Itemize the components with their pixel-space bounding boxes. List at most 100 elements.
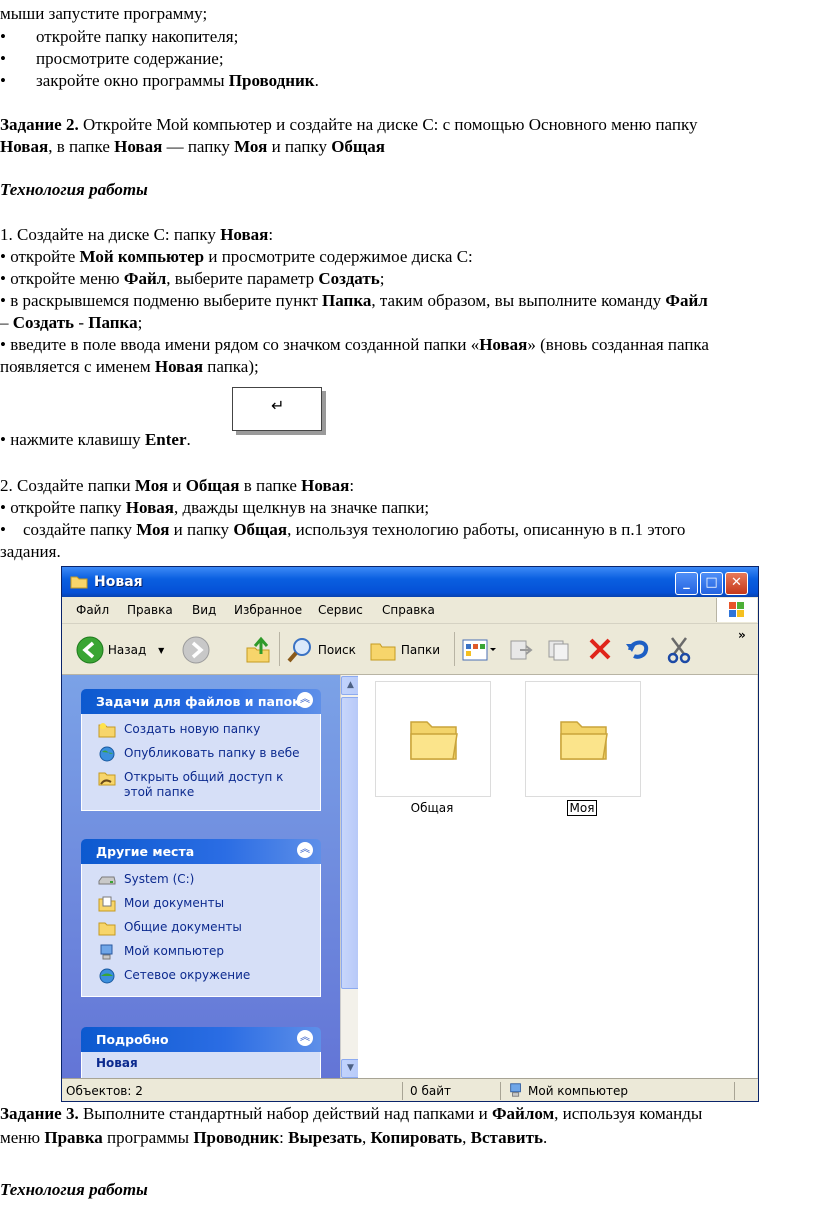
search-label: Поиск [317,643,356,657]
bullet-item: • нажмите клавишу Enter. [0,430,191,449]
share-folder-icon [98,772,116,786]
move-to-button[interactable] [508,638,534,665]
bullet-item: • в раскрывшемся подменю выберите пункт … [0,291,708,310]
other-places-title: Другие места [96,844,195,859]
folder-item-obshchaya[interactable] [375,681,491,797]
file-tasks-title: Задачи для файлов и папок [96,694,301,709]
task-new-folder[interactable]: Создать новую папку [82,722,320,746]
my-documents-icon [98,896,116,912]
cut-button[interactable] [666,636,692,667]
section-heading: Технология работы [0,180,148,199]
back-arrow-icon [76,636,104,664]
place-system-c[interactable]: System (C:) [82,872,320,896]
collapse-chevron-icon[interactable]: ︽ [297,1030,313,1046]
place-my-documents[interactable]: Мои документы [82,896,320,920]
views-button[interactable] [462,638,498,665]
folder-icon [560,721,608,760]
up-folder-button[interactable] [245,636,271,667]
bullet-item: • откройте папку Новая, дважды щелкнув н… [0,498,430,517]
bullet-item: • откройте Мой компьютер и просмотрите с… [0,247,473,266]
network-icon [99,968,115,984]
undo-button[interactable] [624,636,652,665]
details-header[interactable]: Подробно ︽ [81,1027,321,1052]
file-tasks-header[interactable]: Задачи для файлов и папок ︽ [81,689,321,714]
scissors-icon [667,637,691,664]
computer-icon [100,944,113,960]
views-icon [462,639,496,661]
close-button[interactable]: ✕ [725,572,748,595]
status-location: Мой компьютер [528,1084,628,1098]
folder-item-moya[interactable] [525,681,641,797]
toolbar-overflow-button[interactable]: » [738,628,746,642]
task-pane: Задачи для файлов и папок ︽ Создать нову… [62,675,347,1087]
folder-rename-field[interactable]: Моя [525,800,639,816]
enter-icon: ↵ [271,396,285,415]
maximize-button[interactable]: □ [700,572,723,595]
delete-x-icon [589,638,611,660]
task-share-folder[interactable]: Открыть общий доступ к этой папке [82,770,320,806]
folder-icon [70,576,88,589]
folders-icon [370,643,396,661]
place-shared-documents[interactable]: Общие документы [82,920,320,944]
folders-button[interactable]: Папки [369,636,440,664]
minimize-button[interactable]: _ [675,572,698,595]
menu-help[interactable]: Справка [382,603,435,617]
bullet-item: • просмотрите содержание; [0,49,224,68]
place-network[interactable]: Сетевое окружение [82,968,320,992]
file-tasks-panel: Задачи для файлов и папок ︽ Создать нову… [81,689,321,811]
menu-edit[interactable]: Правка [127,603,173,617]
bullet-item: • откройте папку накопителя; [0,27,239,46]
delete-button[interactable] [587,636,613,665]
details-title: Подробно [96,1032,169,1047]
copy-to-icon [548,640,569,661]
section-heading: Технология работы [0,1180,148,1199]
text-line: Новая, в папке Новая — папку Моя и папку… [0,137,385,156]
copy-to-button[interactable] [546,638,574,665]
status-size: 0 байт [410,1084,451,1098]
bullet-item: • откройте меню Файл, выберите параметр … [0,269,385,288]
drive-icon [98,876,116,885]
folder-content-area: Общая Моя [358,675,757,1078]
status-object-count: Объектов: 2 [66,1084,143,1098]
collapse-chevron-icon[interactable]: ︽ [297,842,313,858]
move-to-icon [510,640,533,660]
vertical-scrollbar[interactable]: ▲ ▼ [340,675,360,1078]
folder-icon [410,721,458,760]
folder-label: Общая [410,801,454,815]
back-label: Назад [107,643,147,657]
explorer-window: Новая _ □ ✕ Файл Правка Вид Избранное Се… [61,566,759,1102]
forward-button[interactable] [182,636,210,667]
chevron-down-icon: ▼ [158,645,165,655]
other-places-header[interactable]: Другие места ︽ [81,839,321,864]
forward-arrow-icon [182,636,210,664]
windows-logo-icon [716,598,757,622]
computer-icon [510,1083,521,1097]
text-line: задания. [0,542,61,561]
menu-tools[interactable]: Сервис [318,603,363,617]
bullet-item: • введите в поле ввода имени рядом со зн… [0,335,709,354]
menu-bar: Файл Правка Вид Избранное Сервис Справка [62,597,758,624]
place-my-computer[interactable]: Мой компьютер [82,944,320,968]
undo-icon [626,640,649,659]
menu-file[interactable]: Файл [76,603,109,617]
back-button[interactable]: Назад ▼ [76,636,164,664]
window-title: Новая [94,574,143,590]
up-folder-icon [246,636,270,663]
menu-favorites[interactable]: Избранное [234,603,302,617]
search-button[interactable]: Поиск [286,636,356,664]
step-heading: 2. Создайте папки Моя и Общая в папке Но… [0,476,355,495]
step-heading: 1. Создайте на диске С: папку Новая: [0,225,274,244]
search-icon [287,638,311,663]
folder-icon [98,922,116,936]
enter-key-image: ↵ [232,387,322,431]
toolbar: Назад ▼ Поиск Папки » [62,624,758,675]
globe-icon [99,746,115,762]
task-publish-web[interactable]: Опубликовать папку в вебе [82,746,320,770]
text-line: появляется с именем Новая папка); [0,357,259,376]
text-line: мыши запустите программу; [0,4,208,23]
collapse-chevron-icon[interactable]: ︽ [297,692,313,708]
other-places-panel: Другие места ︽ System (C:) Мои документы… [81,839,321,997]
text-line: меню Правка программы Проводник: Вырезат… [0,1128,548,1147]
menu-view[interactable]: Вид [192,603,216,617]
status-bar: Объектов: 2 0 байт Мой компьютер [62,1078,758,1101]
